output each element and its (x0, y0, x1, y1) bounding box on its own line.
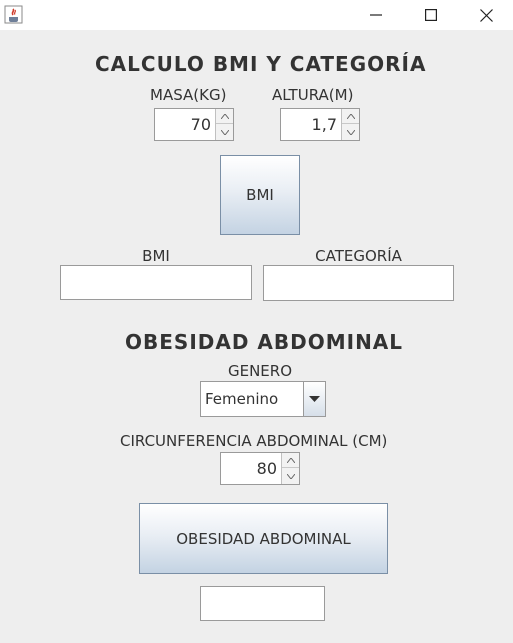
circumference-increment-button[interactable] (282, 453, 299, 468)
height-decrement-button[interactable] (342, 125, 359, 140)
height-spinner[interactable]: 1,7 (280, 108, 360, 141)
obesity-result-field[interactable] (200, 586, 325, 621)
mass-input[interactable]: 70 (155, 109, 215, 140)
close-icon (479, 8, 493, 22)
chevron-down-icon (220, 130, 229, 135)
category-result-field[interactable] (263, 265, 454, 301)
circumference-spinner-arrows (281, 453, 299, 484)
chevron-up-icon (286, 457, 295, 463)
bmi-result-label: BMI (142, 247, 170, 265)
mass-increment-button[interactable] (216, 109, 233, 124)
height-spinner-arrows (341, 109, 359, 140)
category-label: CATEGORÍA (315, 247, 402, 265)
bmi-result-field[interactable] (60, 265, 252, 300)
window-titlebar (0, 0, 513, 30)
obesity-section-title: OBESIDAD ABDOMINAL (125, 330, 404, 354)
bmi-section-title: CALCULO BMI Y CATEGORÍA (95, 52, 427, 76)
gender-selected-value: Femenino (205, 390, 279, 408)
chevron-up-icon (220, 113, 229, 119)
gender-label: GENERO (227, 362, 293, 380)
mass-spinner[interactable]: 70 (154, 108, 234, 141)
circumference-label: CIRCUNFERENCIA ABDOMINAL (CM) (120, 432, 388, 450)
chevron-down-icon (346, 130, 355, 135)
height-input[interactable]: 1,7 (281, 109, 341, 140)
mass-label: MASA(KG) (150, 86, 227, 104)
chevron-up-icon (346, 113, 355, 119)
height-increment-button[interactable] (342, 109, 359, 124)
circumference-input[interactable]: 80 (221, 453, 281, 484)
close-button[interactable] (463, 0, 509, 30)
height-label: ALTURA(M) (272, 86, 354, 104)
mass-spinner-arrows (215, 109, 233, 140)
maximize-button[interactable] (408, 0, 454, 30)
minimize-button[interactable] (353, 0, 399, 30)
minimize-icon (370, 14, 382, 16)
maximize-icon (425, 9, 437, 21)
circumference-spinner[interactable]: 80 (220, 452, 300, 485)
java-cup-icon (4, 5, 23, 24)
circumference-decrement-button[interactable] (282, 469, 299, 484)
caret-down-icon (309, 396, 320, 402)
chevron-down-icon (286, 474, 295, 479)
obesity-button[interactable]: OBESIDAD ABDOMINAL (139, 503, 388, 574)
gender-select[interactable]: Femenino (200, 381, 326, 417)
gender-dropdown-button[interactable] (303, 382, 325, 416)
mass-decrement-button[interactable] (216, 125, 233, 140)
bmi-button[interactable]: BMI (220, 155, 300, 235)
